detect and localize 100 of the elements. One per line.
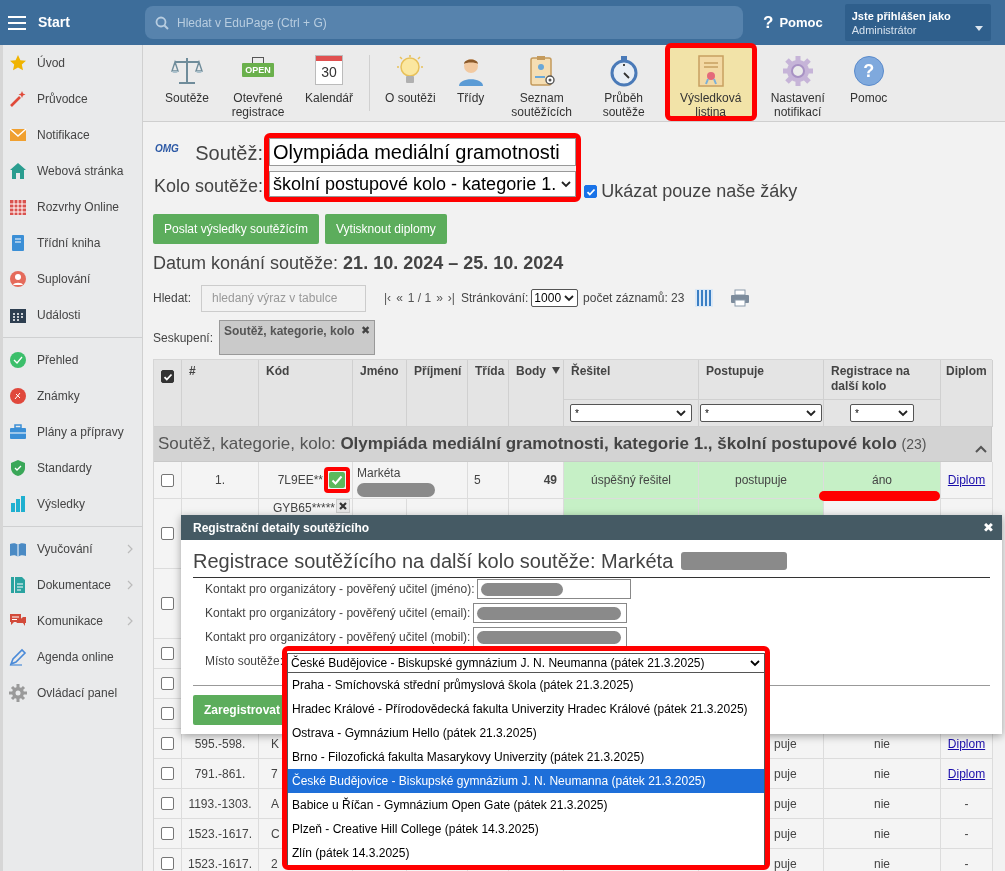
dropdown-option[interactable]: České Budějovice - Biskupské gymnázium J. N. Neumanna (pátek 21.3.2025): [288, 769, 764, 793]
competition-select[interactable]: Olympiáda mediální gramotnosti: [269, 138, 577, 166]
toolbar-button[interactable]: Průběh soutěže: [582, 45, 665, 121]
menu-icon[interactable]: [8, 15, 26, 30]
sidebar-item[interactable]: Průvodce: [3, 81, 142, 117]
column-header[interactable]: Jméno: [360, 364, 399, 379]
toolbar-button[interactable]: O soutěži: [380, 45, 441, 121]
toolbar-button[interactable]: OPEN Otevřené registrace: [217, 45, 299, 121]
sidebar-item[interactable]: Rozvrhy Online: [3, 189, 142, 225]
caret-icon: [749, 657, 761, 669]
checkbox[interactable]: [161, 827, 174, 840]
checkbox[interactable]: [161, 527, 174, 540]
table-cell-text: puje: [774, 735, 797, 753]
filter-select[interactable]: *: [700, 404, 822, 422]
table-cell-text: C: [271, 825, 280, 843]
sidebar-item[interactable]: Výsledky: [3, 486, 142, 522]
toolbar-button[interactable]: Výsledková listina: [664, 43, 757, 121]
checkbox[interactable]: [161, 857, 174, 870]
sidebar-item[interactable]: Plány a přípravy: [3, 414, 142, 450]
sidebar-item[interactable]: Ovládací panel: [3, 675, 142, 711]
checkbox[interactable]: [161, 597, 174, 610]
diploma-link[interactable]: Diplom: [947, 734, 986, 753]
sidebar-item[interactable]: Události: [3, 297, 142, 333]
venue-select[interactable]: České Budějovice - Biskupské gymnázium J. N. Neumanna (pátek 21.3.2025): [287, 653, 765, 673]
page-size-select[interactable]: 1000: [531, 289, 579, 307]
checkbox[interactable]: [161, 707, 174, 720]
sidebar-item[interactable]: Notifikace: [3, 117, 142, 153]
printer-icon[interactable]: [730, 289, 751, 307]
sidebar-item[interactable]: Vyučování: [3, 531, 142, 567]
toolbar-button[interactable]: 30 Kalendář: [299, 45, 359, 121]
checkbox[interactable]: [161, 767, 174, 780]
checkbox[interactable]: [161, 647, 174, 660]
search-input[interactable]: Hledat v EduPage (Ctrl + G): [177, 13, 733, 32]
table-cell-text: 1.: [215, 472, 225, 489]
table-cell-text: Markéta: [357, 464, 401, 482]
chevron-icon: [127, 544, 134, 554]
pager-link[interactable]: «: [396, 289, 403, 307]
table-cell-text: nie: [874, 735, 890, 753]
collapse-icon[interactable]: [975, 444, 987, 454]
checkbox[interactable]: [161, 370, 174, 383]
input-field[interactable]: [477, 579, 632, 599]
remove-icon[interactable]: [336, 499, 350, 513]
sidebar-item[interactable]: Suplování: [3, 261, 142, 297]
checkbox[interactable]: [161, 737, 174, 750]
shield-icon: [9, 459, 27, 477]
column-header[interactable]: Body: [516, 364, 546, 379]
filter-select[interactable]: *: [570, 404, 692, 422]
toolbar-button[interactable]: Soutěže: [157, 45, 217, 121]
diploma-link[interactable]: Diplom: [947, 471, 986, 489]
close-button[interactable]: ✖: [983, 517, 994, 538]
search-field[interactable]: hledaný výraz v tabulce: [201, 284, 366, 312]
column-header[interactable]: Postupuje: [706, 364, 764, 379]
filter-select[interactable]: *: [850, 404, 914, 422]
column-header[interactable]: Registrace na další kolo: [831, 364, 933, 394]
search-label: Hledat:: [153, 290, 193, 307]
checkbox[interactable]: [161, 473, 174, 487]
toolbar-button[interactable]: Seznam soutěžících: [500, 45, 583, 121]
help-link[interactable]: ? Pomoc: [763, 9, 823, 36]
column-header[interactable]: Příjmení: [414, 364, 462, 379]
user-menu[interactable]: Jste přihlášen jako Administrátor: [844, 4, 991, 41]
pager-link[interactable]: ›|: [447, 289, 455, 307]
columns-icon[interactable]: [694, 288, 715, 308]
checkbox[interactable]: [161, 677, 174, 690]
sidebar-item[interactable]: Třídní kniha: [3, 225, 142, 261]
toolbar-button[interactable]: Třídy: [440, 45, 501, 121]
remove-icon[interactable]: ✖: [361, 322, 370, 339]
input-field[interactable]: [473, 603, 628, 623]
round-select[interactable]: školní postupové kolo - kategorie 1.: [269, 171, 577, 197]
sidebar-item[interactable]: Agenda online: [3, 639, 142, 675]
table-cell-text: 5: [474, 472, 481, 489]
sidebar-item[interactable]: Webová stránka: [3, 153, 142, 189]
sidebar-item[interactable]: Známky: [3, 378, 142, 414]
column-header[interactable]: Diplom: [946, 364, 987, 379]
column-header[interactable]: Třída: [475, 364, 505, 379]
column-header[interactable]: Řešitel: [571, 364, 611, 379]
check-circle-icon: [9, 351, 27, 369]
group-row[interactable]: Soutěž, kategorie, kolo: Olympiáda mediální gramotnosti, kategorie 1., školní postupové kolo (23): [154, 427, 992, 462]
column-header[interactable]: Kód: [266, 364, 290, 379]
grouping-chip[interactable]: Soutěž, kategorie, kolo ✖: [219, 320, 375, 355]
diploma-link[interactable]: Diplom: [947, 764, 986, 783]
status-icon[interactable]: [324, 467, 350, 493]
sidebar-item[interactable]: Úvod: [3, 45, 142, 81]
column-header[interactable]: #: [189, 364, 196, 379]
sidebar-item[interactable]: Komunikace: [3, 603, 142, 639]
pager-link[interactable]: »: [436, 289, 443, 307]
sidebar-item[interactable]: Standardy: [3, 450, 142, 486]
person-icon: [9, 270, 27, 288]
sidebar-item[interactable]: Přehled: [3, 342, 142, 378]
checkbox[interactable]: [584, 185, 598, 198]
checkbox-label: Ukázat pouze naše žáky: [601, 180, 798, 203]
house-icon: [9, 162, 27, 180]
toolbar-button[interactable]: Nastavení notifikací: [756, 45, 839, 121]
sidebar-item[interactable]: Dokumentace: [3, 567, 142, 603]
pager-link[interactable]: |‹: [384, 289, 392, 307]
search-field[interactable]: Hledat v EduPage (Ctrl + G): [145, 6, 743, 39]
input-field[interactable]: [473, 627, 628, 647]
caret-icon: [805, 407, 817, 419]
checkbox[interactable]: [161, 797, 174, 810]
table-cell-text: puje: [774, 795, 797, 813]
toolbar-button[interactable]: ? Pomoc: [838, 45, 899, 121]
